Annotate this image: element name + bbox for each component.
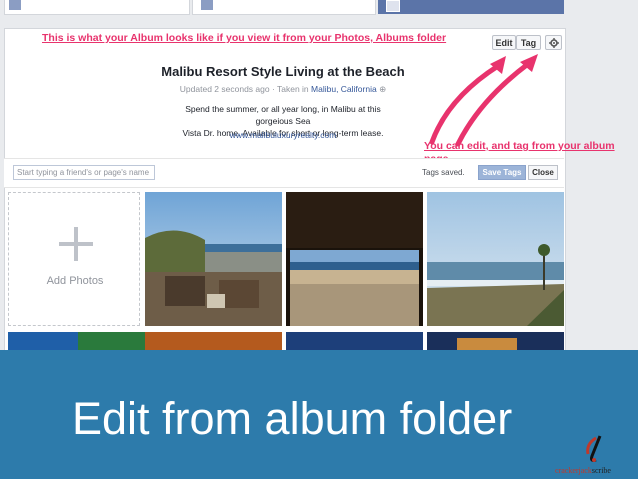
add-photos-label: Add Photos <box>46 275 104 287</box>
photo-tile-row2-3[interactable] <box>286 332 423 352</box>
photo-row2-1 <box>8 332 145 352</box>
tagging-bar: Start typing a friend's or page's name T… <box>4 158 564 188</box>
photo-tile-row2-1[interactable] <box>8 332 145 352</box>
description-line-1: Spend the summer, or all year long, in M… <box>185 104 381 126</box>
tag-search-input[interactable]: Start typing a friend's or page's name <box>13 165 155 180</box>
album-title: Malibu Resort Style Living at the Beach <box>161 64 405 79</box>
brand-part-2: scribe <box>591 466 611 475</box>
updated-text: Updated 2 seconds ago · Taken in <box>179 84 309 94</box>
top-card-middle[interactable] <box>192 0 376 15</box>
add-photos-tile[interactable]: Add Photos <box>8 192 140 326</box>
photo-tile-row2-4[interactable] <box>427 332 564 352</box>
gear-icon <box>548 37 559 48</box>
plus-icon <box>59 227 93 261</box>
close-button[interactable]: Close <box>528 165 558 180</box>
photo-tile-beach-view[interactable] <box>286 192 423 326</box>
coast-photo <box>427 192 564 326</box>
photo-icon <box>9 0 21 10</box>
patio-photo <box>145 192 282 326</box>
brand-name: crackerjackscribe <box>555 466 611 475</box>
annotation-top: This is what your Album looks like if yo… <box>42 32 447 44</box>
slide-caption: Edit from album folder <box>72 393 513 444</box>
right-margin <box>570 0 638 350</box>
photo-tile-patio[interactable] <box>145 192 282 326</box>
location-link[interactable]: Malibu, California <box>311 84 377 94</box>
annotation-side-1: You can edit, and tag from your album <box>424 140 615 152</box>
photo-icon <box>201 0 213 10</box>
photo-row2-2 <box>145 332 282 352</box>
photo-tile-coast[interactable] <box>427 192 564 326</box>
photo-row2-3 <box>286 332 423 352</box>
beach-view-photo <box>286 192 423 326</box>
photo-icon <box>386 0 400 12</box>
top-card-left[interactable] <box>4 0 190 15</box>
photo-row2-4 <box>427 332 564 352</box>
album-meta: Updated 2 seconds ago · Taken in Malibu,… <box>0 84 566 95</box>
save-tags-button[interactable]: Save Tags <box>478 165 526 180</box>
top-card-selected[interactable] <box>378 0 564 14</box>
tags-saved-status: Tags saved. <box>422 168 465 177</box>
brand-part-1: crackerjack <box>555 466 592 475</box>
album-link[interactable]: www.malibuluxuryrealty.com <box>0 130 566 140</box>
photo-tile-row2-2[interactable] <box>145 332 282 352</box>
privacy-icon: ⊕ <box>379 84 387 94</box>
